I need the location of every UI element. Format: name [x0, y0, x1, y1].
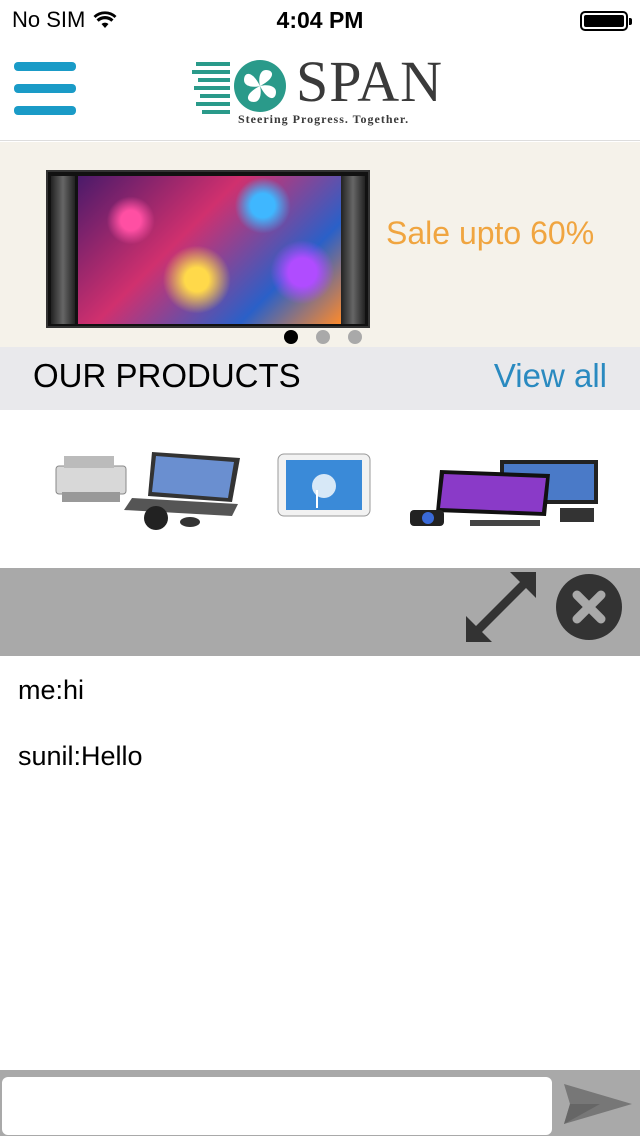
products-header: OUR PRODUCTS View all	[0, 347, 640, 410]
status-time: 4:04 PM	[276, 7, 364, 33]
logo-tagline: Steering Progress. Together.	[238, 112, 410, 126]
printer-laptop-product[interactable]	[52, 452, 242, 534]
message-input[interactable]	[2, 1077, 552, 1135]
products-row	[0, 410, 640, 568]
chat-message: me:hi	[18, 675, 85, 705]
app-header: SPAN Steering Progress. Together.	[0, 40, 640, 141]
speaker-right	[341, 176, 365, 324]
expand-icon[interactable]	[466, 572, 540, 646]
carousel-dot-3[interactable]	[348, 330, 362, 344]
status-bar: No SIM 4:04 PM	[0, 0, 640, 40]
close-icon[interactable]	[554, 572, 624, 642]
logo-name: SPAN	[296, 49, 443, 114]
monitors-product[interactable]	[410, 460, 600, 542]
promo-text: Sale upto 60%	[386, 215, 595, 251]
chat-input-bar	[0, 1070, 640, 1136]
menu-button[interactable]	[14, 62, 76, 116]
logo: SPAN Steering Progress. Together.	[192, 49, 452, 128]
banner-image[interactable]	[46, 170, 370, 328]
carousel-dot-1[interactable]	[284, 330, 298, 344]
carousel-dots	[284, 330, 362, 344]
battery-icon	[580, 11, 632, 31]
tablet-product[interactable]	[276, 452, 372, 528]
banner-photo	[78, 176, 342, 324]
promo-banner[interactable]: Sale upto 60%	[0, 142, 640, 347]
menu-icon	[14, 62, 76, 71]
chat-message: sunil:Hello	[18, 741, 143, 771]
view-all-link[interactable]: View all	[494, 357, 607, 395]
products-title: OUR PRODUCTS	[33, 357, 301, 394]
carousel-dot-2[interactable]	[316, 330, 330, 344]
send-icon[interactable]	[560, 1078, 636, 1130]
speaker-left	[51, 176, 75, 324]
chat-toolbar	[0, 568, 640, 656]
chat-messages: me:hi sunil:Hello	[0, 656, 640, 1070]
